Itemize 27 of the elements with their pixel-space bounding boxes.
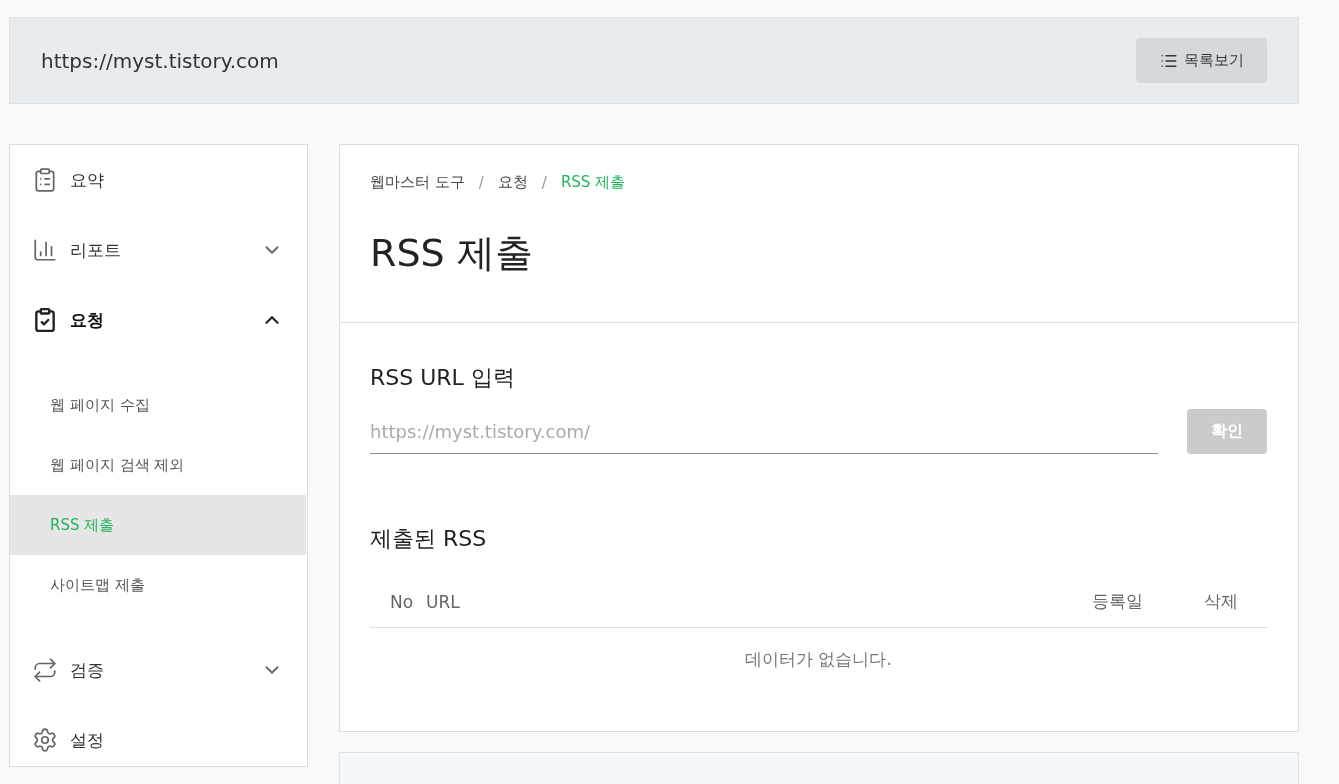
sidebar-menu-item[interactable]: 리포트 [10, 215, 307, 285]
breadcrumb-link[interactable]: 웹마스터 도구 [370, 173, 465, 192]
sidebar-menu-item[interactable]: 요약 [10, 145, 307, 215]
repeat-arrows-icon [32, 657, 58, 683]
bar-chart-icon [32, 237, 58, 263]
sidebar-submenu-item[interactable]: 웹 페이지 수집 [10, 375, 306, 435]
clipboard-check-icon [32, 307, 58, 333]
column-header: No [389, 591, 415, 612]
sidebar-menu-item[interactable]: 검증 [10, 635, 307, 705]
empty-message: 데이터가 없습니다. [745, 649, 892, 669]
breadcrumb-link[interactable]: 요청 [497, 173, 528, 192]
section-title: RSS URL 입력 [370, 364, 516, 392]
section-title: 제출된 RSS [370, 525, 488, 553]
column-header: URL [426, 591, 461, 612]
page-title: RSS 제출 [370, 230, 534, 277]
sidebar-submenu-item[interactable]: 웹 페이지 검색 제외 [10, 435, 306, 495]
sidebar-menu-item[interactable]: 설정 [10, 705, 307, 775]
breadcrumb-separator: / [478, 173, 484, 192]
sidebar-menu-item[interactable]: 요청 [10, 285, 307, 355]
breadcrumb-separator: / [541, 173, 547, 192]
list-view-button[interactable]: 목록보기 [1136, 38, 1267, 83]
clipboard-icon [32, 167, 58, 193]
column-header: 삭제 [1203, 590, 1239, 613]
column-header: 등록일 [1090, 590, 1144, 613]
settings-icon [32, 727, 58, 753]
site-url: https://myst.tistory.com [41, 48, 279, 73]
sidebar-submenu-item[interactable]: 사이트맵 제출 [10, 555, 306, 615]
